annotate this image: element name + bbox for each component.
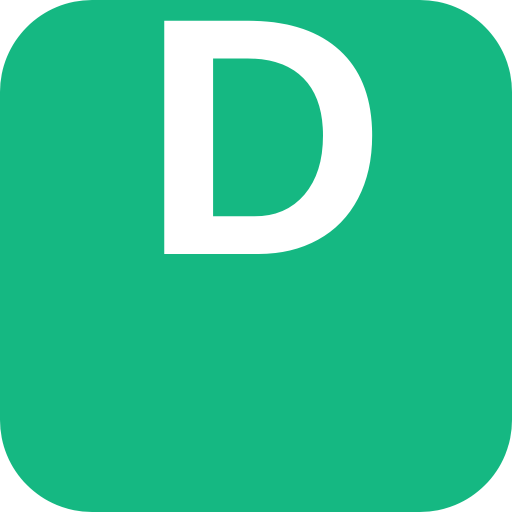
letter-d-icon: D bbox=[142, 0, 387, 326]
app-icon-letter: D bbox=[142, 0, 387, 326]
app-icon: D bbox=[0, 0, 512, 512]
